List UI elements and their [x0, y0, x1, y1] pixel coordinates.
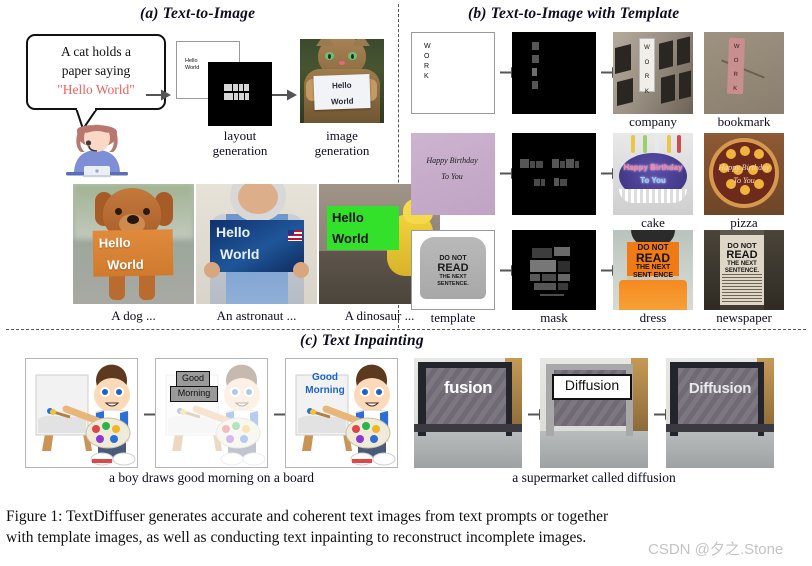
template-shirt: DO NOT READ THE NEXT SENTENCE.	[411, 230, 495, 310]
result-dress-image: DO NOT READ THE NEXT SENT ENCE	[613, 230, 693, 310]
inpaint-boy-result: Good Morning	[285, 358, 398, 468]
example-astronaut-image: Hello World	[196, 184, 317, 304]
prompt-speech-bubble: A cat holds a paper saying "Hello World"	[26, 34, 166, 110]
section-c-title: (c) Text Inpainting	[300, 332, 424, 349]
mask-box-morning: Morning	[170, 386, 218, 402]
inpaint-boy-masked: Good Morning	[155, 358, 268, 468]
caption-company: company	[629, 114, 677, 129]
result-cake-image: Happy Birthday To You	[613, 133, 693, 215]
result-newspaper-image: DO NOT READ THE NEXT SENTENCE.	[704, 230, 784, 310]
caption-newspaper: newspaper	[716, 310, 772, 325]
result-pizza-image: Happy Birthday To You	[704, 133, 784, 215]
layout-mini-text: Hello World	[185, 58, 200, 71]
layout-mask-box	[208, 62, 272, 126]
mask-box-good: Good	[176, 371, 210, 387]
caption-mask: mask	[540, 310, 568, 325]
layout-generation-label: layout generation	[212, 128, 268, 158]
example-dog-caption: A dog ...	[111, 308, 156, 323]
astronaut-sign: Hello World	[210, 220, 304, 272]
template-work: W O R K	[411, 32, 495, 114]
pizza-overlay-text: Happy Birthday To You	[718, 163, 770, 185]
figure-root: (a) Text-to-Image A cat holds a paper sa…	[0, 0, 812, 566]
arrow-layout-to-image	[272, 88, 298, 102]
shirt-template-text: DO NOT READ THE NEXT SENTENCE.	[437, 255, 469, 287]
section-a-title: (a) Text-to-Image	[140, 5, 256, 22]
company-sign: W O R K	[639, 38, 655, 95]
prompt-line-3-highlight: "Hello World"	[57, 82, 135, 97]
dinosaur-sign: Hello World	[327, 206, 399, 250]
caption-pizza: pizza	[730, 215, 758, 230]
caption-bookmark: bookmark	[717, 114, 771, 129]
arrow-prompt-to-layout	[146, 88, 172, 102]
section-b-title: (b) Text-to-Image with Template	[468, 5, 680, 22]
prompt-line-2: paper saying	[61, 63, 131, 78]
cat-result-image: Hello World	[300, 39, 384, 123]
result-bookmark-image: W O R K	[704, 32, 784, 114]
horizontal-divider	[6, 329, 806, 330]
inpaint-hall-masked: Diffusion	[540, 358, 648, 468]
cat-sign: Hello World	[313, 74, 371, 110]
boy-result-text: Good Morning	[305, 372, 345, 396]
caption-cake: cake	[641, 215, 665, 230]
bookmark-strip: W O R K	[727, 37, 745, 95]
figure-caption-line-1: Figure 1: TextDiffuser generates accurat…	[6, 508, 609, 525]
hall-original-text: fusion	[444, 378, 493, 397]
example-dog-image: Hello World	[73, 184, 194, 304]
mask-work	[512, 32, 596, 114]
caption-template: template	[430, 310, 476, 325]
caption-dress: dress	[639, 310, 667, 325]
watermark-text: CSDN @夕之.Stone	[648, 541, 784, 558]
inpaint-hall-result: Diffusion	[666, 358, 774, 468]
example-astronaut-caption: An astronaut ...	[216, 308, 297, 323]
caption-hall-sequence: a supermarket called diffusion	[512, 470, 676, 485]
inpaint-boy-original	[25, 358, 138, 468]
user-avatar-icon	[64, 122, 130, 178]
template-birthday: Happy Birthday To You	[411, 133, 495, 215]
inpaint-hall-original: fusion	[414, 358, 522, 468]
template-work-letters: W O R K	[424, 43, 431, 80]
mask-shirt	[512, 230, 596, 310]
prompt-line-1: A cat holds a	[60, 44, 132, 59]
template-birthday-text: Happy Birthday To You	[426, 156, 478, 181]
image-generation-label: image generation	[314, 128, 370, 158]
hall-mask-box: Diffusion	[552, 374, 632, 400]
result-company-image: W O R K	[613, 32, 693, 114]
mask-birthday	[512, 133, 596, 215]
hall-result-text: Diffusion	[688, 380, 752, 397]
newspaper-overlay-text: DO NOT READ THE NEXT SENTENCE.	[724, 241, 760, 275]
cake-overlay-text: Happy Birthday To You	[623, 163, 683, 185]
caption-boy-sequence: a boy draws good morning on a board	[108, 470, 315, 485]
dress-overlay-text: DO NOT READ THE NEXT SENT ENCE	[632, 243, 674, 279]
dog-sign: Hello World	[92, 229, 174, 277]
